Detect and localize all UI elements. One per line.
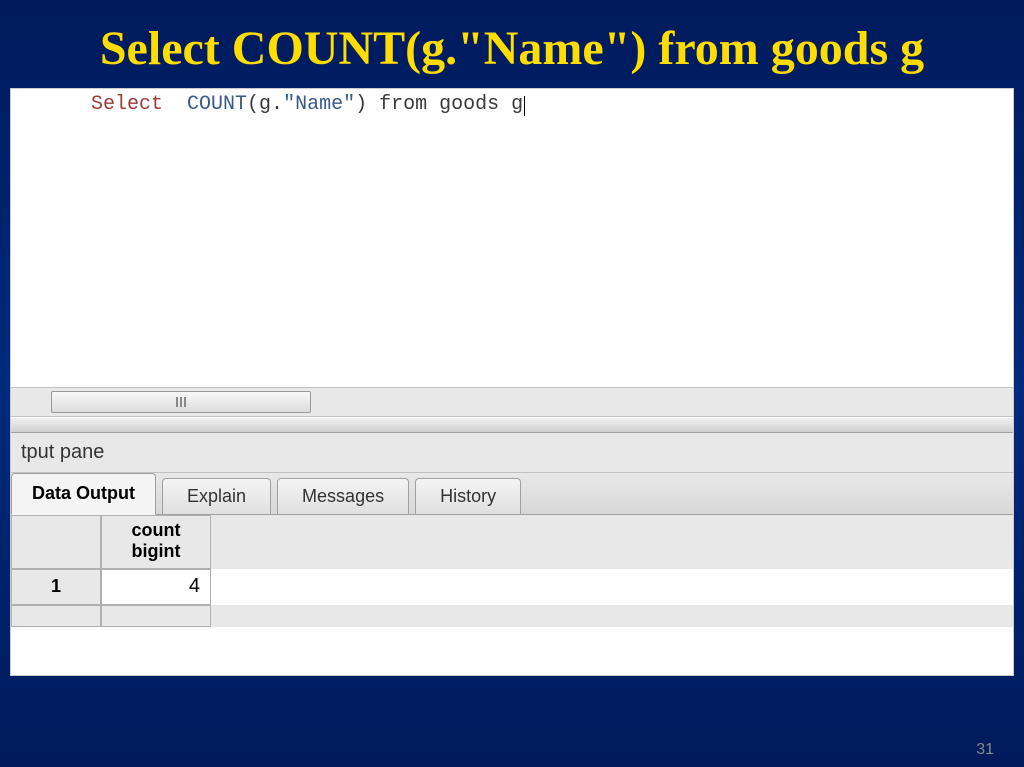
grid-footer-row [11, 605, 1013, 627]
tab-messages[interactable]: Messages [277, 478, 409, 514]
output-tabs: Data Output Explain Messages History [11, 473, 1013, 515]
grid-footer-rownum [11, 605, 101, 627]
sql-paren-close: ) [355, 93, 367, 116]
tab-data-output[interactable]: Data Output [11, 473, 156, 515]
sql-keyword-count: COUNT [175, 93, 247, 116]
table-row: 1 4 [11, 569, 1013, 605]
tab-explain[interactable]: Explain [162, 478, 271, 514]
sql-query-text: Select COUNT(g."Name") from goods g [21, 93, 1003, 116]
grid-column-name: count [108, 520, 204, 542]
sql-alias-g: g. [259, 93, 283, 116]
slide-title: Select COUNT(g."Name") from goods g [0, 0, 1024, 88]
grid-footer-cell [101, 605, 211, 627]
sql-column-name: "Name" [283, 93, 355, 116]
output-pane-label: tput pane [11, 433, 1013, 473]
scrollbar-thumb[interactable] [51, 391, 311, 413]
result-grid: count bigint 1 4 [11, 515, 1013, 627]
text-cursor [524, 96, 525, 116]
scrollbar-grip-icon [176, 397, 186, 407]
grid-header-row: count bigint [11, 515, 1013, 569]
sql-paren-open: ( [247, 93, 259, 116]
sql-keyword-select: Select [91, 93, 175, 116]
grid-column-header[interactable]: count bigint [101, 515, 211, 569]
grid-corner-cell [11, 515, 101, 569]
pane-separator[interactable] [11, 417, 1013, 433]
slide-page-number: 31 [976, 741, 994, 759]
grid-column-type: bigint [108, 541, 204, 563]
data-cell[interactable]: 4 [101, 569, 211, 605]
row-number-cell[interactable]: 1 [11, 569, 101, 605]
sql-editor[interactable]: Select COUNT(g."Name") from goods g [11, 89, 1013, 387]
sql-from-clause: from goods g [367, 93, 523, 116]
tab-history[interactable]: History [415, 478, 521, 514]
horizontal-scrollbar[interactable] [11, 387, 1013, 417]
db-tool-screenshot: Select COUNT(g."Name") from goods g tput… [10, 88, 1014, 676]
